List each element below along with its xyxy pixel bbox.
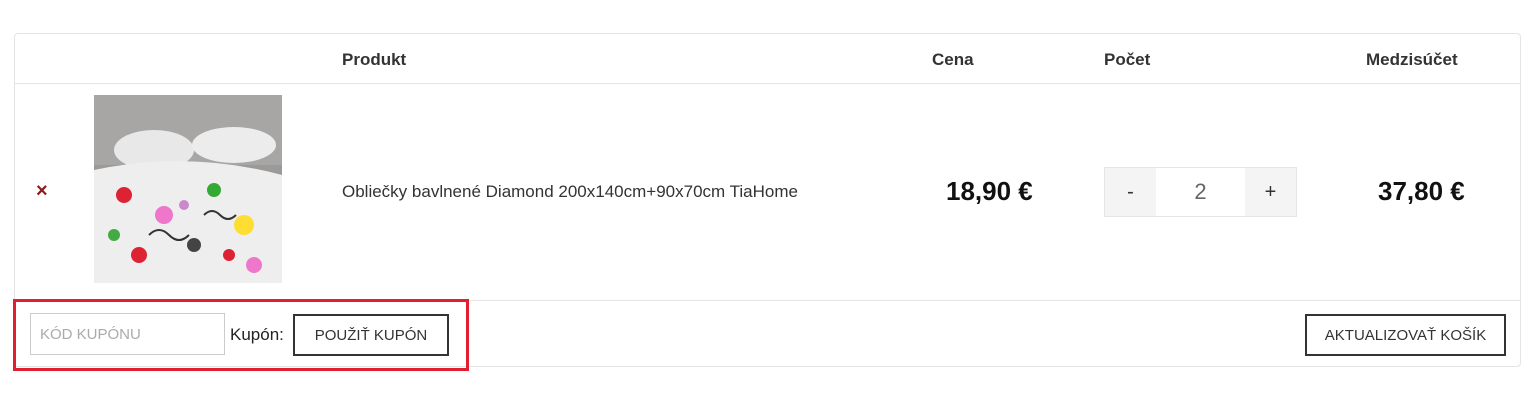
row-divider [15, 300, 1520, 301]
product-thumbnail[interactable] [94, 95, 282, 283]
header-price: Cena [932, 50, 974, 69]
header-quantity: Počet [1104, 50, 1151, 69]
increase-quantity-button[interactable]: + [1245, 168, 1296, 216]
bedding-image [94, 95, 282, 283]
header-divider [15, 83, 1520, 84]
quantity-input[interactable] [1156, 168, 1245, 216]
remove-item-button[interactable]: × [36, 181, 48, 201]
unit-price: 18,90 € [946, 176, 1033, 206]
coupon-code-input[interactable] [30, 313, 225, 355]
update-cart-button[interactable]: AKTUALIZOVAŤ KOŠÍK [1305, 314, 1506, 356]
quantity-stepper: - + [1104, 167, 1297, 217]
apply-coupon-button[interactable]: POUŽIŤ KUPÓN [293, 314, 449, 356]
header-product: Produkt [342, 50, 407, 69]
coupon-label: Kupón: [230, 325, 284, 344]
product-name-link[interactable]: Obliečky bavlnené Diamond 200x140cm+90x7… [342, 182, 798, 202]
decrease-quantity-button[interactable]: - [1105, 168, 1156, 216]
header-subtotal: Medzisúčet [1366, 50, 1458, 69]
line-subtotal: 37,80 € [1378, 176, 1465, 206]
